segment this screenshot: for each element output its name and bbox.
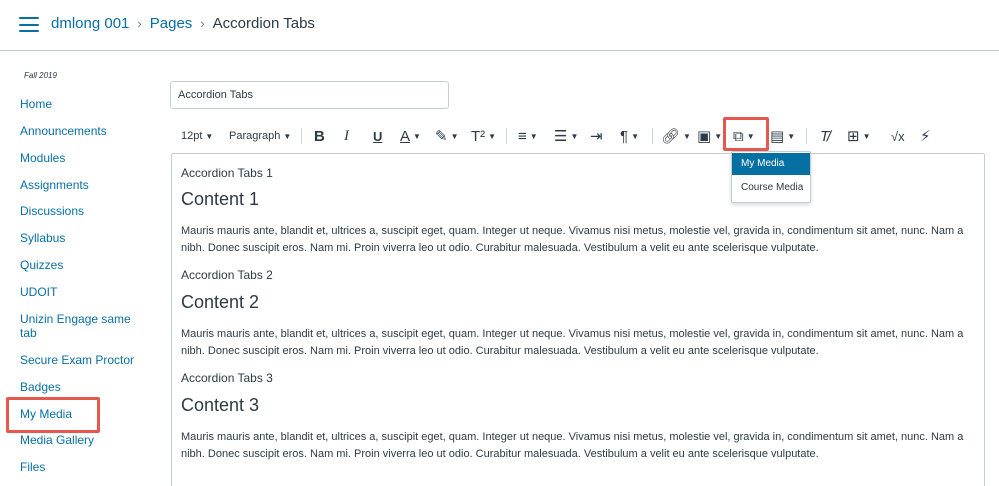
image-icon: ▣: [697, 128, 712, 145]
highlighter-icon: ✎: [435, 128, 448, 145]
superscript-icon: T²: [471, 127, 486, 145]
nav-assignments[interactable]: Assignments: [20, 178, 138, 192]
text-color-button[interactable]: A ▼: [400, 122, 421, 150]
nav-badges[interactable]: Badges: [20, 380, 138, 394]
italic-button[interactable]: I: [344, 122, 349, 150]
indent-button[interactable]: ⇥: [590, 122, 603, 150]
term-label: Fall 2019: [24, 71, 57, 80]
nav-discussions[interactable]: Discussions: [20, 204, 138, 218]
highlight-color-button[interactable]: ✎ ▼: [435, 122, 459, 150]
nav-modules[interactable]: Modules: [20, 151, 138, 165]
chevron-down-icon: ▼: [450, 131, 459, 141]
table-icon: ⊞: [847, 128, 860, 145]
italic-icon: I: [344, 127, 349, 144]
breadcrumb-current: Accordion Tabs: [212, 15, 315, 32]
top-bar: dmlong 001 › Pages › Accordion Tabs: [0, 0, 999, 51]
nav-announcements[interactable]: Announcements: [20, 124, 138, 138]
chevron-down-icon: ▼: [205, 131, 214, 141]
menu-item-course-media[interactable]: Course Media: [732, 177, 810, 199]
font-size-select[interactable]: 12pt ▼: [181, 122, 213, 150]
breadcrumb-pages[interactable]: Pages: [150, 15, 193, 32]
section-label: Accordion Tabs 1: [181, 166, 273, 180]
square-root-icon: √x: [891, 128, 905, 144]
link-button[interactable]: 🔗︎ ▼: [661, 122, 691, 150]
chevron-down-icon: ▼: [529, 131, 538, 141]
hamburger-menu-icon[interactable]: [19, 17, 39, 32]
section-body: Mauris mauris ante, blandit et, ultrices…: [181, 431, 964, 460]
rich-content-editor[interactable]: Accordion Tabs 1 Content 1 Mauris mauris…: [171, 153, 985, 486]
page-title-input[interactable]: [170, 81, 449, 109]
font-size-value: 12pt: [181, 130, 203, 142]
indent-icon: ⇥: [590, 128, 603, 145]
superscript-button[interactable]: T² ▼: [471, 122, 496, 150]
editor-toolbar: 12pt ▼ Paragraph ▼ B I U A ▼ ✎ ▼ T² ▼ ≡ ▼ ☰ ▼ ⇥…: [172, 122, 972, 150]
chevron-down-icon: ▼: [787, 131, 796, 141]
section-body: Mauris mauris ante, blandit et, ultrices…: [181, 225, 964, 254]
apps-button[interactable]: ⚡︎: [920, 122, 931, 150]
nav-udoit[interactable]: UDOIT: [20, 285, 138, 299]
bold-icon: B: [314, 127, 325, 145]
menu-item-my-media[interactable]: My Media: [732, 153, 810, 175]
underline-button[interactable]: U: [373, 122, 382, 150]
plug-icon: ⚡︎: [920, 128, 931, 145]
chevron-down-icon: ▼: [631, 131, 639, 141]
table-button[interactable]: ⊞ ▼: [847, 122, 871, 150]
image-button[interactable]: ▣ ▼: [697, 122, 722, 150]
chevron-down-icon: ▼: [488, 131, 497, 141]
equation-button[interactable]: √x: [891, 122, 905, 150]
clear-formatting-icon: T̸: [820, 127, 830, 145]
chevron-down-icon: ▼: [683, 131, 691, 141]
bullet-list-icon: ☰: [554, 128, 568, 145]
nav-media-gallery[interactable]: Media Gallery: [20, 433, 138, 447]
nav-home[interactable]: Home: [20, 97, 138, 111]
section-heading: Content 2: [181, 292, 260, 312]
chevron-down-icon: ▼: [570, 131, 579, 141]
align-button[interactable]: ≡ ▼: [518, 122, 538, 150]
pilcrow-icon: ¶: [620, 127, 629, 145]
highlight-box: [723, 117, 769, 151]
chevron-right-icon: ›: [200, 16, 205, 31]
document-icon: ▤: [770, 128, 785, 145]
section-body: Mauris mauris ante, blandit et, ultrices…: [181, 328, 964, 357]
align-left-icon: ≡: [518, 127, 527, 145]
toolbar-divider: [301, 128, 302, 144]
toolbar-divider: [806, 128, 807, 144]
media-dropdown-menu: My Media Course Media: [731, 151, 811, 203]
list-button[interactable]: ☰ ▼: [554, 122, 578, 150]
block-format-value: Paragraph: [229, 130, 281, 142]
text-direction-button[interactable]: ¶ ▼: [620, 122, 639, 150]
nav-files[interactable]: Files: [20, 460, 138, 474]
course-nav: Fall 2019 Home Announcements Modules Ass…: [0, 51, 150, 486]
section-heading: Content 3: [181, 395, 260, 415]
chevron-down-icon: ▼: [862, 131, 871, 141]
clear-formatting-button[interactable]: T̸: [820, 122, 829, 150]
chevron-down-icon: ▼: [714, 131, 723, 141]
block-format-select[interactable]: Paragraph ▼: [229, 122, 291, 150]
toolbar-divider: [506, 128, 507, 144]
breadcrumb: dmlong 001 › Pages › Accordion Tabs: [51, 15, 315, 32]
chevron-right-icon: ›: [137, 16, 142, 31]
chevron-down-icon: ▼: [413, 131, 421, 141]
section-label: Accordion Tabs 3: [181, 371, 273, 385]
underline-icon: U: [373, 128, 383, 144]
bold-button[interactable]: B: [314, 122, 325, 150]
nav-syllabus[interactable]: Syllabus: [20, 231, 138, 245]
text-color-icon: A: [400, 127, 411, 145]
link-icon: 🔗︎: [661, 128, 681, 145]
toolbar-divider: [652, 128, 653, 144]
section-label: Accordion Tabs 2: [181, 268, 273, 282]
nav-quizzes[interactable]: Quizzes: [20, 258, 138, 272]
chevron-down-icon: ▼: [283, 131, 292, 141]
highlight-box: [6, 397, 100, 433]
document-button[interactable]: ▤ ▼: [770, 122, 795, 150]
section-heading: Content 1: [181, 189, 260, 209]
breadcrumb-course[interactable]: dmlong 001: [51, 15, 129, 32]
nav-secure-exam-proctor[interactable]: Secure Exam Proctor: [20, 353, 138, 367]
nav-unizin-engage[interactable]: Unizin Engage same tab: [20, 312, 138, 340]
